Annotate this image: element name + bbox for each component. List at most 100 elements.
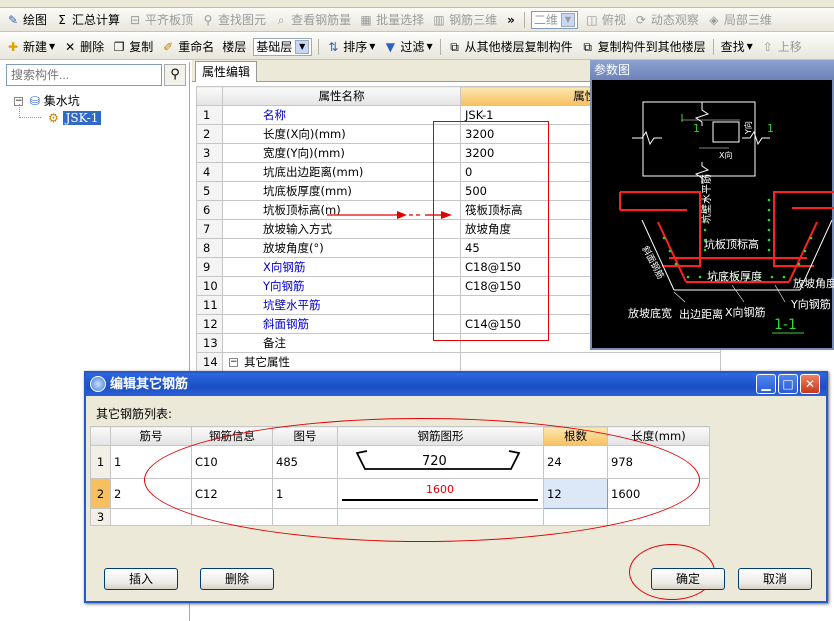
toolbar-overflow-button[interactable]: »	[501, 10, 521, 30]
property-name-cell: − 其它属性	[222, 352, 461, 372]
x-rebar-label: X向钢筋	[725, 305, 766, 319]
row-number: 7	[196, 219, 223, 239]
rename-icon: ✐	[163, 39, 174, 54]
floor-label: 楼层	[222, 40, 247, 54]
property-name-cell: 放坡角度(°)	[222, 238, 461, 258]
row-number-header	[90, 426, 111, 446]
property-name-cell: 长度(X向)(mm)	[222, 124, 461, 144]
slope-rebar-label: 斜面钢筋	[639, 244, 667, 281]
summary-calc-button[interactable]: Σ 汇总计算	[51, 10, 124, 30]
align-top-button[interactable]: ⊟ 平齐板顶	[124, 10, 197, 30]
view-mode-select[interactable]: 二维 ▼	[530, 10, 578, 29]
batch-select-icon: ▦	[360, 12, 372, 27]
close-icon: ✕	[804, 377, 816, 391]
toolbar-separator	[318, 38, 320, 55]
dialog-app-icon	[90, 376, 106, 392]
slab-thickness-label: 坑底板厚度	[707, 269, 762, 283]
menu-bar	[0, 0, 834, 8]
cube-icon: ◈	[709, 12, 719, 27]
edge-distance-label: 出边距离	[679, 307, 723, 321]
insert-button[interactable]: 插入	[104, 568, 178, 590]
tree-root-label: 集水坑	[43, 94, 80, 108]
close-button[interactable]: ✕	[800, 374, 820, 394]
copy-button[interactable]: ❐ 复制	[108, 37, 157, 57]
component-toolbar: ✚ 新建 ▼ ✕ 删除 ❐ 复制 ✐ 重命名 楼层 基础层 ▼ ⇅ 排序 ▼ ▼ 过滤 ▼ ⧉ 从其他…	[0, 34, 834, 60]
annotation-red-box	[433, 121, 549, 341]
maximize-button[interactable]: □	[778, 374, 798, 394]
row-number: 8	[196, 238, 223, 258]
property-name-cell: X向钢筋	[222, 257, 461, 277]
component-icon: ⚙	[48, 111, 59, 125]
toolbar-separator	[439, 38, 441, 55]
minimize-button[interactable]: ▁	[756, 374, 776, 394]
new-button[interactable]: ✚ 新建 ▼	[2, 37, 59, 57]
row-number-header	[196, 86, 223, 106]
rebar-3d-button[interactable]: ▥ 钢筋三维	[428, 10, 501, 30]
ok-button[interactable]: 确定	[651, 568, 725, 590]
row-number: 14	[196, 352, 223, 372]
copy-to-floor-icon: ⧉	[583, 39, 592, 54]
minimize-icon: ▁	[761, 377, 771, 391]
sort-button[interactable]: ⇅ 排序 ▼	[322, 37, 379, 57]
main-toolbar: ✎ 绘图 Σ 汇总计算 ⊟ 平齐板顶 ⚲ 查找图元 ⌕ 查看钢筋量 ▦ 批量选择 ▥ 钢筋三维…	[0, 8, 834, 32]
find-button[interactable]: 查找 ▼	[717, 37, 757, 57]
delete-row-button[interactable]: 删除	[200, 568, 274, 590]
chevron-down-icon: ▼	[560, 12, 575, 27]
property-name-text: 其它属性	[244, 355, 290, 369]
collapse-icon[interactable]: −	[229, 358, 238, 367]
toolbar-separator	[712, 38, 714, 55]
filter-button[interactable]: ▼ 过滤 ▼	[379, 37, 436, 57]
delete-button[interactable]: ✕ 删除	[59, 37, 108, 57]
batch-select-button[interactable]: ▦ 批量选择	[355, 10, 428, 30]
property-name-cell: Y向钢筋	[222, 276, 461, 296]
search-icon[interactable]: ⚲	[164, 64, 186, 86]
property-name-cell: 宽度(Y向)(mm)	[222, 143, 461, 163]
tab-property-edit[interactable]: 属性编辑	[195, 61, 257, 82]
tree-item-jsk1[interactable]: ⚙ JSK-1	[48, 110, 102, 126]
annotation-red-ellipse	[144, 418, 700, 542]
row-number: 6	[196, 200, 223, 220]
annotation-red-arrow	[327, 211, 452, 219]
property-name-cell: 坑底板厚度(mm)	[222, 181, 461, 201]
top-view-icon: ◫	[586, 12, 598, 27]
dropdown-arrow-icon: ▼	[746, 42, 753, 51]
row-number: 9	[196, 257, 223, 277]
tree-root[interactable]: − ⛁ 集水坑	[14, 93, 80, 109]
dynamic-view-button[interactable]: ⟳ 动态观察	[630, 10, 703, 30]
top-elevation-label: 坑板顶标高	[704, 237, 759, 251]
property-value-cell[interactable]	[460, 352, 721, 372]
top-view-button[interactable]: ◫ 俯视	[581, 10, 630, 30]
draw-icon: ✎	[7, 12, 19, 27]
section-label: 1-1	[774, 317, 797, 333]
copy-icon: ❐	[113, 39, 125, 54]
rename-button[interactable]: ✐ 重命名	[157, 37, 218, 57]
dropdown-arrow-icon: ▼	[426, 42, 433, 51]
row-number: 4	[196, 162, 223, 182]
copy-from-floor-button[interactable]: ⧉ 从其他楼层复制构件	[444, 37, 577, 57]
property-name-cell: 备注	[222, 333, 461, 353]
dropdown-arrow-icon: ▼	[49, 42, 56, 51]
copy-to-floor-button[interactable]: ⧉ 复制构件到其他楼层	[577, 37, 710, 57]
orbit-icon: ⟳	[635, 12, 646, 27]
find-element-button[interactable]: ⚲ 查找图元	[197, 10, 270, 30]
cancel-button[interactable]: 取消	[738, 568, 812, 590]
y-direction-label: Y向	[743, 121, 753, 135]
rebar-no-cell[interactable]	[110, 508, 192, 526]
maximize-icon: □	[782, 377, 794, 391]
toolbar-separator	[523, 11, 525, 28]
row-number: 1	[196, 105, 223, 125]
search-input[interactable]	[6, 64, 162, 86]
property-row[interactable]: 14− 其它属性	[196, 352, 721, 372]
draw-button[interactable]: ✎ 绘图	[2, 10, 51, 30]
property-name-cell: 坑底出边距离(mm)	[222, 162, 461, 182]
view-rebar-button[interactable]: ⌕ 查看钢筋量	[270, 10, 355, 30]
move-up-button[interactable]: ⇧ 上移	[757, 37, 806, 57]
floor-select[interactable]: 基础层 ▼	[253, 37, 313, 56]
property-name-cell: 名称	[222, 105, 461, 125]
plan-outline	[642, 101, 756, 177]
align-icon: ⊟	[130, 12, 141, 27]
row-number: 11	[196, 295, 223, 315]
view-rebar-icon: ⌕	[277, 12, 285, 27]
local-3d-button[interactable]: ◈ 局部三维	[703, 10, 776, 30]
property-name-cell: 斜面钢筋	[222, 314, 461, 334]
